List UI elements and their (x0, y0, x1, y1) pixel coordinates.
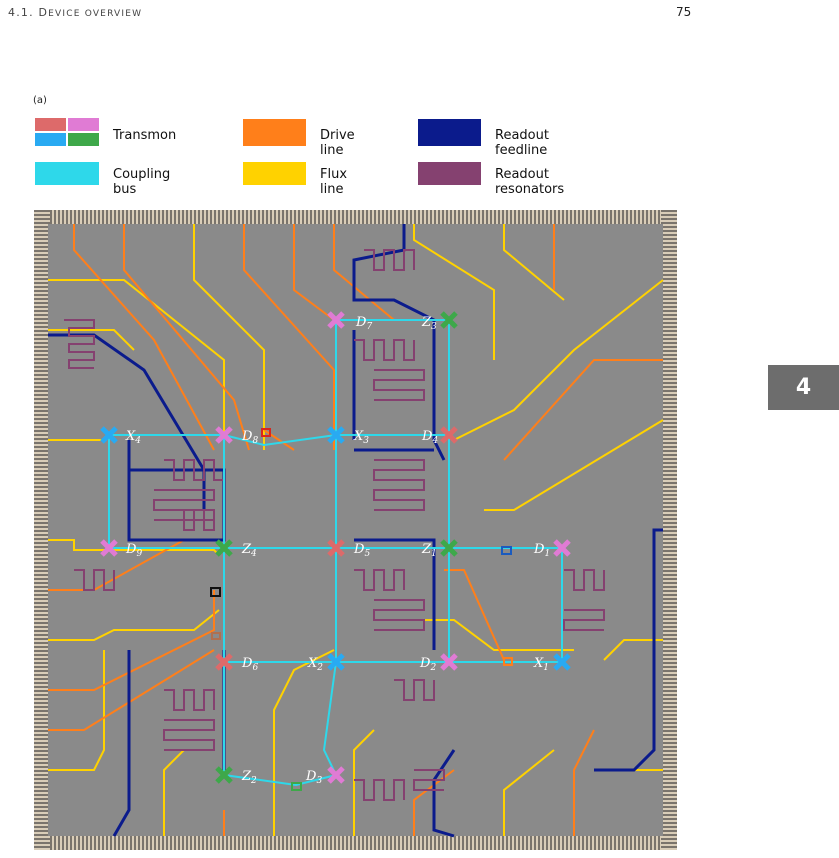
transmon-swatch-blue (35, 133, 66, 146)
transmon-swatch-green (68, 133, 99, 146)
chapter-tab: 4 (768, 365, 839, 410)
readout-feedline-swatch (418, 119, 481, 146)
transmon-swatch-red (35, 118, 66, 131)
transmon-swatch-pink (68, 118, 99, 131)
chip-micrograph: D7 Z3 X4 D8 X3 D4 D9 Z4 D5 Z1 D1 D6 X2 D… (34, 210, 677, 850)
right-wirebonds (661, 210, 677, 850)
legend-drive-line: Drive line (320, 128, 355, 158)
section-title-cap: D (38, 6, 49, 19)
section-title-rest2: OVERVIEW (84, 9, 143, 19)
panel-label: (a) (33, 95, 47, 106)
coupling-bus-swatch (35, 162, 99, 185)
left-wirebonds (34, 210, 50, 850)
flux-line-swatch (243, 162, 306, 185)
legend-readout-feedline: Readout feedline (495, 128, 549, 158)
drive-line-swatch (243, 119, 306, 146)
legend-transmon: Transmon (113, 128, 177, 143)
section-title-rest: EVICE (48, 9, 85, 19)
legend-coupling-bus: Coupling bus (113, 167, 171, 197)
legend-flux-line: Flux line (320, 167, 348, 197)
top-wirebonds (34, 210, 677, 226)
running-header: 4.1. DEVICE OVERVIEW (8, 6, 142, 19)
readout-resonators-swatch (418, 162, 481, 185)
section-number: 4.1. (8, 6, 39, 19)
legend-readout-resonators: Readout resonators (495, 167, 565, 197)
bottom-wirebonds (34, 834, 677, 850)
page-number: 75 (676, 5, 692, 19)
